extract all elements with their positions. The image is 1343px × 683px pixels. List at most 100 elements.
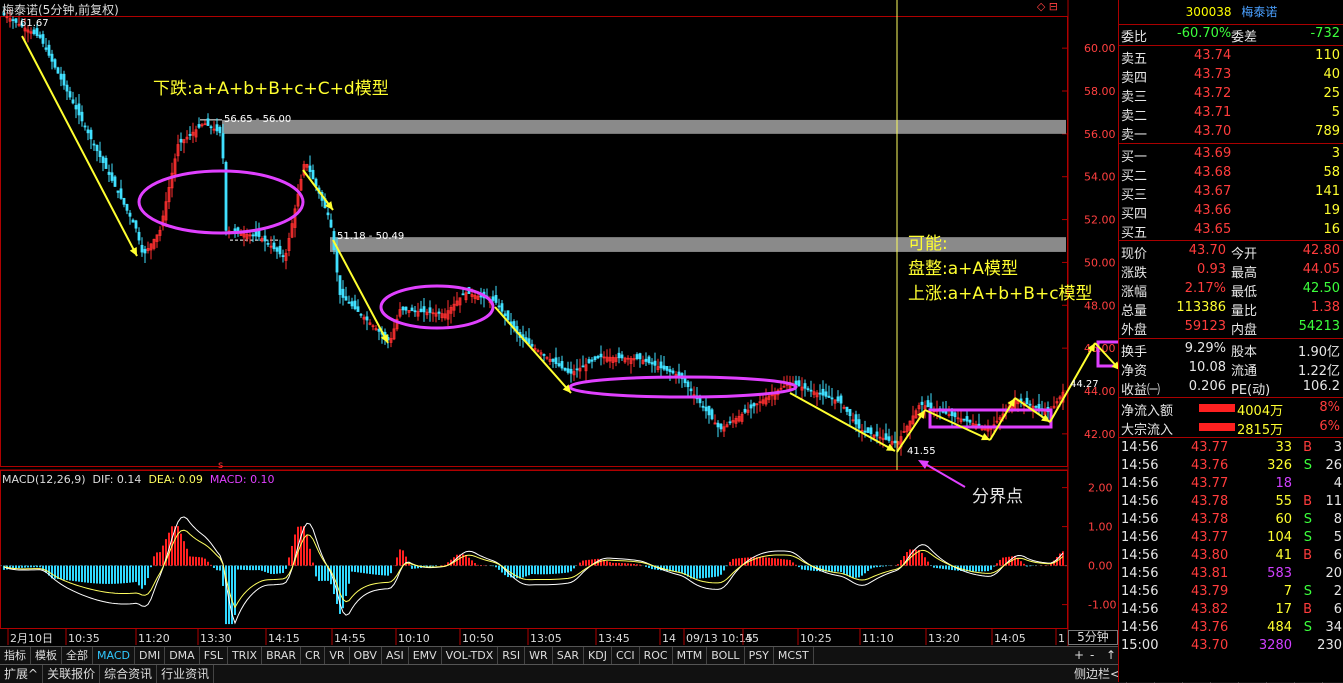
- info-tab[interactable]: 扩展^: [0, 665, 44, 683]
- pivot-ellipse: [568, 375, 798, 399]
- indicator-tab[interactable]: VR: [325, 647, 350, 664]
- x-tick-label: 10:35: [68, 632, 100, 645]
- stat-row: 涨幅 2.17% 最低 42.50: [1119, 280, 1343, 300]
- indicator-tab[interactable]: 指标: [0, 647, 31, 664]
- candle-body: [620, 354, 624, 359]
- scroll-up-icon[interactable]: ↑: [1106, 648, 1116, 662]
- tick-row: 14:56 43.77 104 S 5: [1119, 529, 1343, 548]
- indicator-tab[interactable]: FSL: [200, 647, 228, 664]
- indicator-tab[interactable]: VOL-TDX: [442, 647, 499, 664]
- macd-dif-line: [3, 516, 1064, 625]
- candle-body: [11, 19, 15, 21]
- x-tick-label: 13:45: [598, 632, 630, 645]
- indicator-tab[interactable]: ROC: [640, 647, 673, 664]
- flow-label: 净流入额: [1121, 404, 1174, 419]
- boundary-pointer-line: [921, 461, 966, 488]
- ask-volume: 110: [1315, 48, 1340, 63]
- bid-label: 买四: [1121, 207, 1148, 222]
- indicator-tab[interactable]: TRIX: [228, 647, 263, 664]
- indicator-tab[interactable]: BOLL: [707, 647, 745, 664]
- tick-time: 14:56: [1121, 476, 1159, 491]
- stat-value: 0.206: [1188, 379, 1226, 394]
- indicator-tab[interactable]: EMV: [409, 647, 442, 664]
- signal-marker: s: [218, 460, 223, 471]
- bid-volume: 58: [1323, 165, 1340, 180]
- indicator-tab[interactable]: OBV: [350, 647, 382, 664]
- indicator-tab[interactable]: SAR: [553, 647, 585, 664]
- candle-body: [92, 143, 96, 146]
- candle-body: [377, 329, 381, 332]
- window-controls-icon[interactable]: ◇ ⊟: [1037, 0, 1058, 13]
- candle-body: [671, 370, 675, 374]
- candle-body: [356, 306, 360, 312]
- candle-body: [86, 129, 90, 134]
- candle-body: [893, 440, 897, 444]
- bid-row: 买三 43.67 141: [1119, 183, 1343, 203]
- indicator-tab[interactable]: ASI: [382, 647, 409, 664]
- tick-count: 2: [1333, 584, 1342, 599]
- x-tick-label: 45: [745, 632, 759, 645]
- stat-row: 换手 9.29% 股本 1.90亿: [1119, 340, 1343, 360]
- candle-body: [32, 29, 36, 35]
- candle-body: [635, 354, 639, 360]
- bid-price: 43.65: [1194, 222, 1232, 237]
- macd-tick-label: 1.00: [1088, 521, 1113, 534]
- macd-tick-label: 0.00: [1088, 560, 1113, 573]
- candle-body: [743, 408, 747, 413]
- candle-body: [500, 303, 504, 312]
- candle-body: [821, 388, 825, 396]
- chart-title: 梅泰诺(5分钟,前复权): [2, 3, 119, 17]
- candle-body: [857, 419, 861, 429]
- indicator-tab[interactable]: BRAR: [262, 647, 302, 664]
- candle-body: [926, 400, 930, 408]
- candle-body: [803, 383, 807, 389]
- tick-price: 43.76: [1191, 620, 1229, 635]
- annotation-down-model: 下跌:a+A+b+B+c+C+d模型: [153, 79, 389, 99]
- candle-body: [665, 366, 669, 371]
- stat-value: 10.08: [1188, 360, 1226, 375]
- indicator-tab[interactable]: MCST: [774, 647, 814, 664]
- indicator-tab[interactable]: PSY: [745, 647, 774, 664]
- indicator-tab[interactable]: 全部: [62, 647, 93, 664]
- zoom-out-button[interactable]: -: [1090, 648, 1094, 662]
- indicator-tab[interactable]: KDJ: [584, 647, 612, 664]
- bid-row: 买一 43.69 3: [1119, 145, 1343, 165]
- indicator-tab[interactable]: 模板: [31, 647, 62, 664]
- indicator-tab[interactable]: DMI: [135, 647, 166, 664]
- tick-volume: 326: [1267, 458, 1292, 473]
- indicator-tab[interactable]: WR: [525, 647, 553, 664]
- tick-time: 15:00: [1121, 638, 1159, 653]
- stat-label: 量比: [1231, 304, 1258, 319]
- stat-label: 总量: [1121, 304, 1148, 319]
- indicator-tab[interactable]: DMA: [165, 647, 200, 664]
- ask-price: 43.70: [1194, 124, 1232, 139]
- candle-body: [341, 288, 345, 298]
- candle-body: [218, 126, 222, 134]
- candle-body: [215, 124, 219, 132]
- tick-price: 43.77: [1191, 440, 1229, 455]
- candle-body: [89, 129, 93, 140]
- info-tab[interactable]: 综合资讯: [100, 665, 158, 683]
- tick-side: S: [1303, 530, 1312, 545]
- indicator-tab[interactable]: MTM: [673, 647, 708, 664]
- period-selector[interactable]: 5分钟: [1068, 630, 1118, 645]
- indicator-tab[interactable]: RSI: [498, 647, 526, 664]
- indicator-tab[interactable]: CCI: [612, 647, 640, 664]
- indicator-tab[interactable]: MACD: [93, 647, 135, 664]
- info-tab[interactable]: 关联报价: [43, 665, 101, 683]
- tick-row: 15:00 43.70 3280 230: [1119, 637, 1343, 656]
- tick-time: 14:56: [1121, 620, 1159, 635]
- candle-body: [419, 308, 423, 312]
- x-axis-labels: 2月10日 10:35 11:20 13:30 14:15 14:55 10:10 10:50…: [7, 629, 1065, 645]
- candle-body: [707, 405, 711, 416]
- stat-label: 最低: [1231, 285, 1258, 300]
- info-tab[interactable]: 行业资讯: [157, 665, 215, 683]
- tick-count: 5: [1333, 530, 1342, 545]
- tick-row: 14:56 43.81 583 20: [1119, 565, 1343, 584]
- tick-count: 6: [1333, 602, 1342, 617]
- candle-body: [827, 395, 831, 398]
- wc-value: -732: [1310, 26, 1340, 41]
- zoom-in-button[interactable]: +: [1074, 648, 1084, 662]
- indicator-tab[interactable]: CR: [301, 647, 326, 664]
- candle-body: [56, 67, 60, 74]
